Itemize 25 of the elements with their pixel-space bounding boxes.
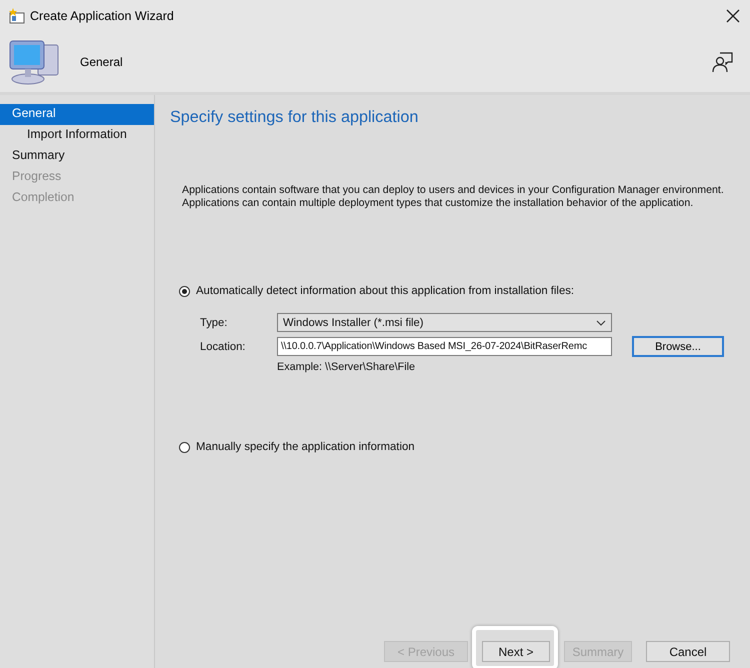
page-header-title: General: [80, 55, 124, 69]
location-field[interactable]: \\10.0.0.7\Application\Windows Based MSI_26-07-2024\BitRaserRemc: [277, 337, 612, 356]
wizard-step[interactable]: Import Information: [0, 125, 154, 146]
window-title: Create Application Wizard: [30, 8, 175, 22]
app-icon: [9, 8, 25, 24]
page-heading: Specify settings for this application: [170, 108, 420, 127]
wizard-step[interactable]: Summary: [0, 146, 154, 167]
wizard-button[interactable]: Next >: [482, 641, 550, 662]
location-label: Location:: [200, 340, 246, 352]
type-dropdown[interactable]: Windows Installer (*.msi file): [277, 313, 612, 332]
close-icon[interactable]: [726, 8, 740, 22]
wizard-button[interactable]: Cancel: [646, 641, 730, 662]
chevron-icon: [596, 320, 606, 326]
radio-button[interactable]: [179, 442, 190, 452]
radio-label: Manually specify the application information: [196, 441, 415, 453]
computer-icon: [8, 39, 60, 85]
browse-button[interactable]: Browse...: [632, 336, 724, 357]
example-hint: Example: \\Server\Share\File: [277, 361, 416, 373]
radio-button[interactable]: [179, 286, 190, 296]
description-text: Applications contain software that you can deploy to users and devices in your Configuration Manager environment.: [182, 184, 725, 197]
user-feedback-icon[interactable]: [712, 51, 734, 73]
description-text: Applications can contain multiple deployment types that customize the installation behavior of the application.: [182, 197, 694, 210]
wizard-step[interactable]: General: [0, 104, 154, 125]
radio-label: Automatically detect information about this application from installation files:: [196, 285, 574, 297]
type-label: Type:: [200, 316, 228, 328]
